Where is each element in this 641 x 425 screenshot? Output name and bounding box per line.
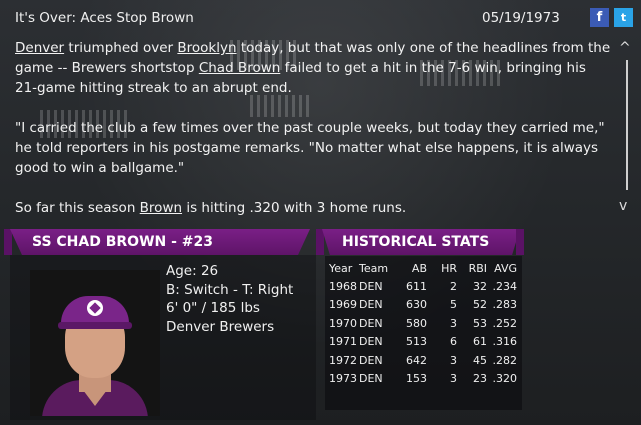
cell-avg: .252: [492, 316, 518, 330]
cell-ab: 580: [406, 316, 427, 330]
cell-year: 1973: [329, 372, 357, 386]
cell-avg: .316: [492, 335, 518, 349]
banner-wing: [516, 229, 524, 255]
cell-hr: 5: [450, 298, 457, 312]
scroll-down-icon[interactable]: v: [619, 198, 627, 214]
cell-ab: 611: [406, 279, 427, 293]
cell-ab: 630: [406, 298, 427, 312]
cell-team: DEN: [359, 372, 383, 386]
table-row: 1972 DEN 642 3 45 .282: [329, 351, 517, 370]
cell-team: DEN: [359, 335, 383, 349]
cell-rbi: 61: [473, 335, 487, 349]
paragraph-text: triumphed over: [64, 40, 178, 56]
team-logo-icon: [87, 300, 103, 316]
team-link-denver[interactable]: Denver: [15, 40, 64, 56]
cell-avg: .282: [492, 353, 518, 367]
player-bats-throws: B: Switch - T: Right: [166, 281, 294, 298]
cell-rbi: 45: [473, 353, 487, 367]
scrollbar-track[interactable]: [626, 60, 628, 190]
cell-ab: 642: [406, 353, 427, 367]
article-header: It's Over: Aces Stop Brown 05/19/1973 f …: [0, 0, 641, 36]
cell-year: 1971: [329, 335, 357, 349]
player-link-brown[interactable]: Brown: [140, 200, 182, 216]
historical-stats-table: Year Team AB HR RBI AVG 1968 DEN 611 2 3…: [329, 259, 517, 388]
player-link-chad-brown[interactable]: Chad Brown: [199, 60, 281, 76]
stats-header-row: Year Team AB HR RBI AVG: [329, 259, 517, 277]
cell-rbi: 52: [473, 298, 487, 312]
cell-hr: 3: [450, 372, 457, 386]
table-row: 1971 DEN 513 6 61 .316: [329, 333, 517, 352]
article-title: It's Over: Aces Stop Brown: [15, 10, 194, 26]
column-header: Year: [329, 261, 353, 275]
paragraph-text: So far this season: [15, 200, 140, 216]
cell-year: 1969: [329, 298, 357, 312]
twitter-share-icon[interactable]: t: [614, 8, 633, 27]
cell-hr: 6: [450, 335, 457, 349]
cell-team: DEN: [359, 279, 383, 293]
cell-hr: 2: [450, 279, 457, 293]
cell-ab: 513: [406, 335, 427, 349]
banner-wing: [4, 229, 12, 255]
cell-year: 1970: [329, 316, 357, 330]
player-height-weight: 6' 0" / 185 lbs: [166, 300, 260, 316]
cell-rbi: 32: [473, 279, 487, 293]
cell-avg: .283: [492, 298, 518, 312]
article-body: Denver triumphed over Brooklyn today, bu…: [15, 38, 611, 222]
cell-avg: .234: [492, 279, 518, 293]
player-portrait: [30, 290, 160, 416]
column-header: HR: [441, 261, 457, 275]
article-date: 05/19/1973: [482, 10, 560, 26]
article-paragraph-1: Denver triumphed over Brooklyn today, bu…: [15, 38, 611, 98]
column-header: RBI: [468, 261, 487, 275]
cell-team: DEN: [359, 316, 383, 330]
banner-wing: [316, 229, 324, 255]
cell-team: DEN: [359, 353, 383, 367]
team-link-brooklyn[interactable]: Brooklyn: [177, 40, 236, 56]
table-row: 1973 DEN 153 3 23 .320: [329, 370, 517, 389]
player-banner: SS CHAD BROWN - #23: [10, 229, 310, 255]
player-info: Age: 26 B: Switch - T: Right 6' 0" / 185…: [166, 262, 293, 336]
cell-hr: 3: [450, 353, 457, 367]
facebook-share-icon[interactable]: f: [590, 8, 609, 27]
cell-rbi: 23: [473, 372, 487, 386]
column-header: AVG: [494, 261, 517, 275]
paragraph-text: is hitting .320 with 3 home runs.: [182, 200, 407, 216]
cell-year: 1972: [329, 353, 357, 367]
table-row: 1968 DEN 611 2 32 .234: [329, 277, 517, 296]
player-age: Age: 26: [166, 263, 219, 279]
cell-team: DEN: [359, 298, 383, 312]
column-header: Team: [359, 261, 389, 275]
table-row: 1970 DEN 580 3 53 .252: [329, 314, 517, 333]
article-paragraph-3: So far this season Brown is hitting .320…: [15, 198, 611, 218]
historical-stats-banner: HISTORICAL STATS: [322, 229, 520, 255]
cell-ab: 153: [406, 372, 427, 386]
cell-year: 1968: [329, 279, 357, 293]
scroll-up-icon[interactable]: ^: [619, 40, 631, 56]
cell-avg: .320: [492, 372, 518, 386]
player-team: Denver Brewers: [166, 318, 275, 335]
column-header: AB: [411, 261, 427, 275]
cell-hr: 3: [450, 316, 457, 330]
article-paragraph-2: "I carried the club a few times over the…: [15, 120, 605, 176]
cell-rbi: 53: [473, 316, 487, 330]
table-row: 1969 DEN 630 5 52 .283: [329, 296, 517, 315]
